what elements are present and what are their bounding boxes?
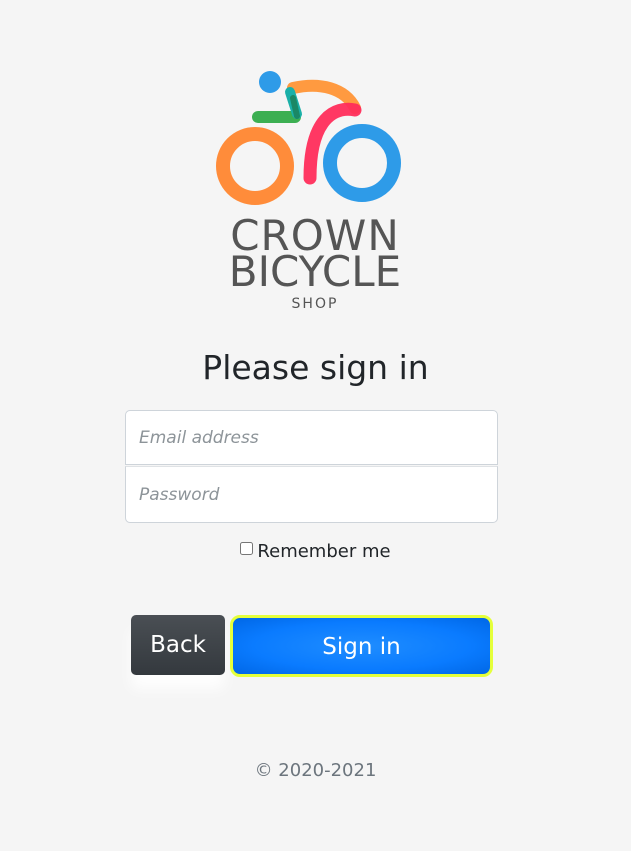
logo-text-bicycle: BICYCLE [228, 247, 402, 296]
copyright-footer: © 2020-2021 [254, 760, 377, 781]
sign-in-button[interactable]: Sign in [230, 615, 493, 677]
crown-bicycle-logo: CROWN BICYCLE SHOP [205, 68, 425, 318]
back-button[interactable]: Back [131, 615, 225, 675]
remember-me: Remember me [0, 540, 631, 564]
remember-me-label-wrapper[interactable]: Remember me [240, 541, 391, 562]
logo-text-shop: SHOP [291, 296, 339, 312]
email-field[interactable] [125, 410, 498, 465]
remember-me-checkbox[interactable] [240, 542, 254, 555]
remember-me-label: Remember me [257, 541, 391, 562]
password-field[interactable] [125, 466, 498, 523]
page-title: Please sign in [202, 348, 429, 387]
bicycle-rider-icon [216, 71, 401, 205]
